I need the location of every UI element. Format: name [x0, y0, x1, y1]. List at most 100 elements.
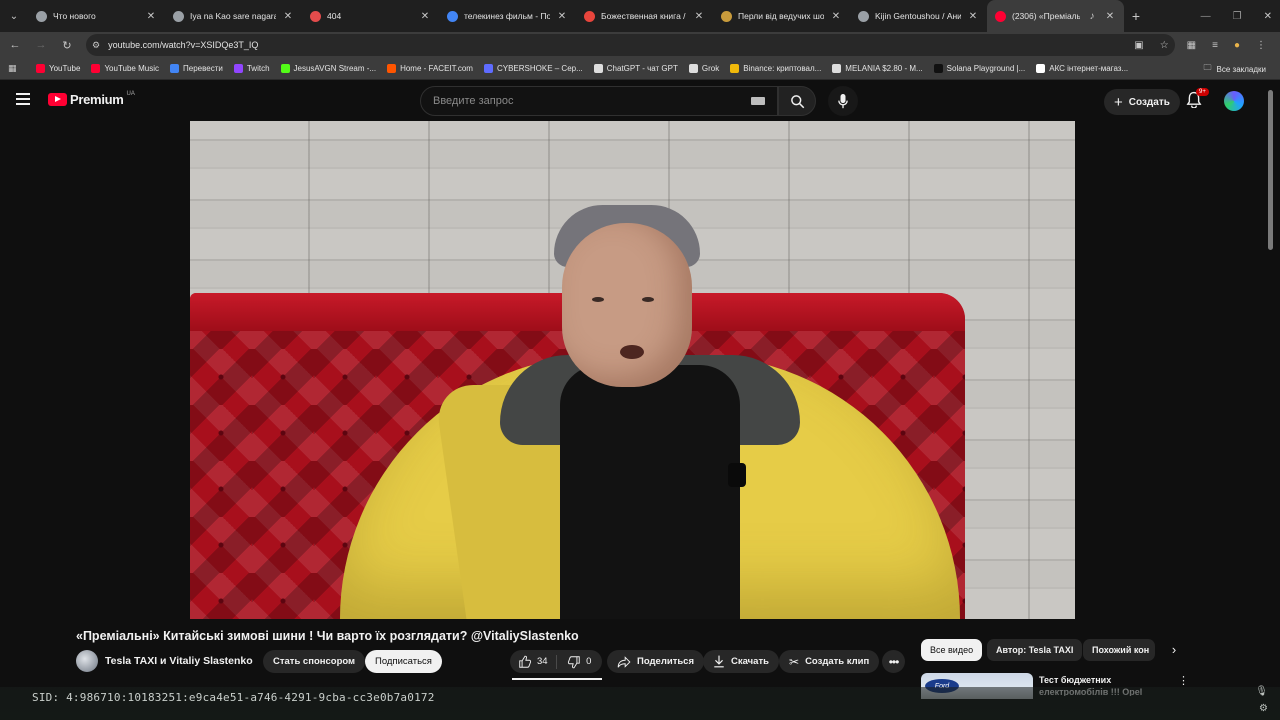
new-tab-plus-icon[interactable]: +: [1124, 8, 1148, 24]
bookmark-item[interactable]: JesusAVGN Stream -...: [280, 64, 376, 73]
mic-overlay-icon[interactable]: 🎙: [1255, 686, 1268, 697]
like-underline: [512, 678, 602, 680]
tab-close-icon[interactable]: ✕: [830, 11, 842, 22]
channel-avatar[interactable]: [76, 650, 98, 672]
share-label: Поделиться: [637, 656, 695, 667]
bookmark-favicon-icon: [91, 64, 101, 73]
browser-tab[interactable]: Kijin Gentoushou / Аним ✕: [850, 0, 987, 32]
url-text[interactable]: youtube.com/watch?v=XSIDQe3T_IQ: [108, 40, 1118, 50]
keyboard-icon[interactable]: [751, 97, 765, 105]
browser-menu-icon[interactable]: ⋮: [1256, 40, 1266, 51]
url-bar[interactable]: ⚙ youtube.com/watch?v=XSIDQe3T_IQ ▣ ☆: [86, 34, 1175, 56]
bookmark-label: Перевести: [183, 64, 223, 73]
youtube-premium-logo[interactable]: Premium UA: [48, 90, 135, 107]
guide-menu-icon[interactable]: [16, 93, 30, 105]
dislike-button[interactable]: 0: [557, 655, 603, 669]
youtube-play-logo-icon: [48, 93, 67, 106]
browser-tab[interactable]: телекинез фильм - Пошу ✕: [439, 0, 576, 32]
close-window-icon[interactable]: ✕: [1264, 11, 1272, 22]
bookmark-star-icon[interactable]: ☆: [1160, 40, 1169, 51]
chip-related[interactable]: Похожий кон: [1083, 639, 1155, 661]
channel-name[interactable]: Tesla TAXI и Vitaliy Slastenko: [105, 655, 253, 667]
thumbs-down-icon: [568, 655, 580, 668]
tab-close-icon[interactable]: ✕: [1104, 11, 1116, 22]
restore-icon[interactable]: ❐: [1233, 11, 1242, 22]
bookmark-favicon-icon: [593, 64, 603, 73]
browser-tab-strip: ⌄ Что нового✕Iya na Kao sare nagara Op✕4…: [0, 0, 1280, 32]
bookmark-item[interactable]: MELANIA $2.80 - M...: [832, 64, 923, 73]
account-avatar[interactable]: [1224, 91, 1244, 111]
notifications-button[interactable]: 9+: [1186, 88, 1209, 113]
reload-icon[interactable]: ↻: [60, 39, 74, 52]
browser-tab[interactable]: Божественная книга / Те ✕: [576, 0, 713, 32]
bookmark-item[interactable]: Twitch: [233, 64, 270, 73]
tab-audio-icon[interactable]: ♪: [1086, 11, 1098, 22]
bookmark-item[interactable]: Binance: криптовал...: [730, 64, 821, 73]
logo-country: UA: [126, 90, 135, 97]
kebab-menu-icon[interactable]: ⋮: [1178, 674, 1189, 687]
join-sponsor-button[interactable]: Стать спонсором: [263, 650, 366, 673]
share-button[interactable]: Поделиться: [607, 650, 705, 673]
scrollbar-thumb[interactable]: [1268, 90, 1273, 250]
apps-grid-icon[interactable]: ▦: [8, 63, 22, 74]
bookmark-item[interactable]: YouTube: [36, 64, 80, 73]
minimize-icon[interactable]: —: [1201, 11, 1211, 22]
site-info-icon[interactable]: ⚙: [92, 40, 100, 51]
tab-title: Iya na Kao sare nagara Op: [190, 11, 276, 21]
all-bookmarks-button[interactable]: 🗀 Все закладки: [1204, 58, 1266, 80]
browser-tab[interactable]: (2306) «Преміальні» К ♪ ✕: [987, 0, 1124, 32]
bookmark-item[interactable]: CYBERSHOKE – Сер...: [483, 64, 583, 73]
search-input[interactable]: [433, 95, 751, 107]
create-clip-button[interactable]: ✂ Создать клип: [779, 650, 880, 673]
plus-icon: +: [1114, 93, 1123, 111]
browser-tab[interactable]: Iya na Kao sare nagara Op ✕: [165, 0, 302, 32]
tab-favicon-icon: [447, 10, 458, 22]
download-button[interactable]: Скачать: [703, 650, 779, 673]
browser-tab[interactable]: Что нового ✕: [28, 0, 165, 32]
forward-arrow-icon[interactable]: →: [34, 39, 48, 51]
tab-close-icon[interactable]: ✕: [693, 11, 705, 22]
bookmark-item[interactable]: Home - FACEIT.com: [387, 64, 473, 73]
bookmark-item[interactable]: Solana Playground |...: [933, 64, 1026, 73]
bookmark-label: YouTube Music: [104, 64, 159, 73]
bookmark-item[interactable]: АКС інтернет-магаз...: [1036, 64, 1128, 73]
cast-install-icon[interactable]: ▣: [1134, 40, 1143, 51]
tab-close-icon[interactable]: ✕: [967, 11, 979, 22]
chevron-right-icon[interactable]: ›: [1166, 642, 1182, 658]
extensions-puzzle-icon[interactable]: ▦: [1187, 40, 1196, 51]
bookmark-item[interactable]: ChatGPT - чат GPT: [593, 64, 678, 73]
video-title: «Преміальні» Китайські зимові шини ! Чи …: [76, 629, 579, 643]
subscribe-button[interactable]: Подписаться: [365, 650, 442, 673]
bookmark-item[interactable]: YouTube Music: [91, 64, 159, 73]
bookmark-item[interactable]: Grok: [688, 64, 719, 73]
subscribe-label: Подписаться: [375, 656, 432, 667]
bookmark-label: Solana Playground |...: [946, 64, 1026, 73]
bookmark-item[interactable]: Перевести: [170, 64, 223, 73]
create-button[interactable]: + Создать: [1104, 89, 1180, 115]
like-count: 34: [536, 656, 548, 667]
media-controls-icon[interactable]: ≡: [1212, 40, 1218, 51]
tab-close-icon[interactable]: ✕: [282, 11, 294, 22]
search-button[interactable]: [778, 86, 816, 116]
voice-search-button[interactable]: [828, 86, 858, 116]
like-button[interactable]: 34: [510, 655, 556, 669]
chip-author[interactable]: Автор: Tesla TAXI: [987, 639, 1083, 661]
back-arrow-icon[interactable]: ←: [8, 39, 22, 51]
session-id-text: SID: 4:986710:10183251:e9ca4e51-a746-429…: [32, 691, 435, 704]
tab-close-icon[interactable]: ✕: [145, 11, 157, 22]
bookmark-favicon-icon: [170, 64, 179, 73]
tab-search-chevron-icon[interactable]: ⌄: [0, 0, 28, 32]
chip-all-videos[interactable]: Все видео: [921, 639, 983, 661]
settings-overlay-icon[interactable]: ⚙: [1259, 703, 1268, 714]
video-frame-person: [340, 205, 960, 619]
address-toolbar: ← → ↻ ⚙ youtube.com/watch?v=XSIDQe3T_IQ …: [0, 32, 1280, 58]
profile-icon[interactable]: ●: [1234, 40, 1240, 51]
tab-title: Божественная книга / Те: [601, 11, 687, 21]
browser-tab[interactable]: Перли від ведучих шоу ✕: [713, 0, 850, 32]
bookmark-label: YouTube: [49, 64, 81, 73]
browser-tab[interactable]: 404 ✕: [302, 0, 439, 32]
tab-close-icon[interactable]: ✕: [556, 11, 568, 22]
video-player[interactable]: [190, 121, 1075, 619]
tab-close-icon[interactable]: ✕: [419, 11, 431, 22]
more-actions-button[interactable]: •••: [882, 650, 905, 673]
